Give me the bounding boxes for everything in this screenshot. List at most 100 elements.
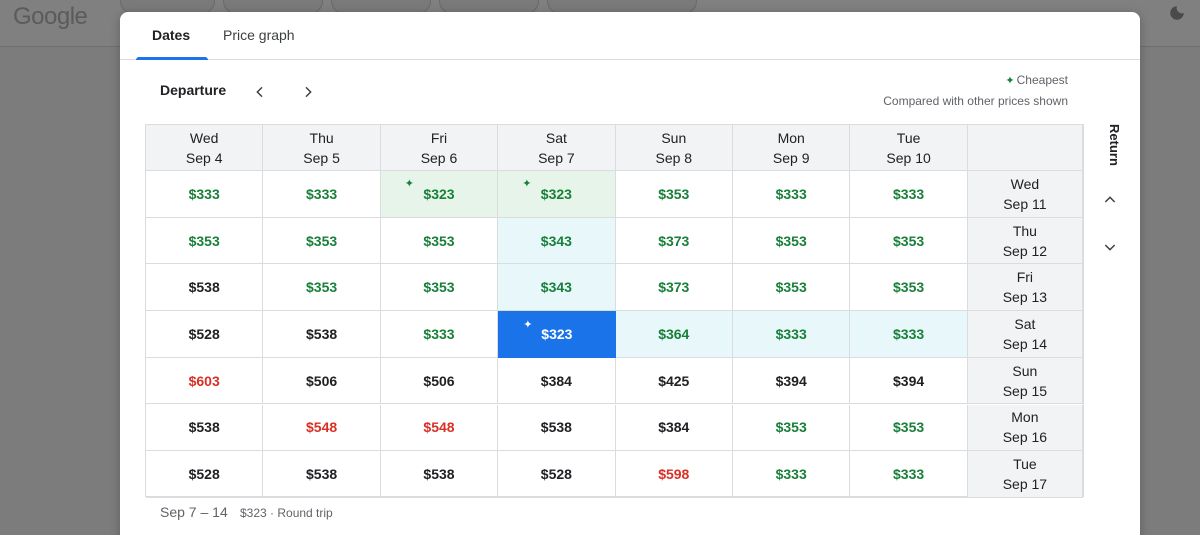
price-value: $538 bbox=[188, 419, 220, 436]
cheapest-sparkle-icon: ✦ bbox=[522, 178, 532, 190]
price-cell[interactable]: $343 bbox=[498, 217, 616, 265]
price-cell[interactable]: $384 bbox=[615, 404, 733, 452]
previous-dates-button[interactable] bbox=[246, 78, 274, 106]
price-cell[interactable]: $373 bbox=[615, 217, 733, 265]
price-value: $548 bbox=[306, 419, 338, 436]
price-cell[interactable]: $528 bbox=[498, 451, 616, 498]
price-cell[interactable]: $528 bbox=[146, 311, 264, 358]
column-day: Sun bbox=[661, 129, 687, 146]
column-date: Sep 9 bbox=[772, 149, 810, 166]
price-value: $353 bbox=[188, 232, 220, 249]
price-cell[interactable]: $333 bbox=[733, 451, 851, 498]
price-value: $384 bbox=[540, 372, 572, 389]
price-cell[interactable]: $333 bbox=[850, 171, 968, 218]
price-value: $353 bbox=[306, 232, 338, 249]
price-value: $333 bbox=[893, 325, 925, 342]
sparkle-icon: ✦ bbox=[1005, 75, 1015, 87]
column-header: Tue Sep 10 bbox=[850, 125, 968, 171]
price-cell[interactable]: $353 bbox=[850, 217, 968, 265]
price-value: $528 bbox=[188, 466, 220, 483]
price-cell[interactable]: $333 bbox=[380, 311, 499, 358]
price-cell[interactable]: $364 bbox=[615, 311, 733, 358]
price-cell[interactable]: $394 bbox=[850, 357, 968, 405]
row-day: Fri bbox=[1016, 269, 1034, 286]
price-cell[interactable]: $333 bbox=[733, 311, 851, 358]
next-return-dates-button[interactable] bbox=[1098, 235, 1122, 259]
row-day: Tue bbox=[1013, 456, 1037, 473]
price-cell[interactable]: $538 bbox=[380, 451, 499, 498]
column-day: Tue bbox=[896, 129, 921, 146]
price-cell[interactable]: $353 bbox=[146, 217, 264, 265]
price-cell[interactable]: $333 bbox=[733, 171, 851, 218]
price-cell[interactable]: $343 bbox=[498, 264, 616, 312]
price-value: $506 bbox=[423, 372, 455, 389]
price-value: $353 bbox=[423, 232, 455, 249]
selected-dates: Sep 7 – 14 bbox=[160, 504, 228, 520]
price-cell[interactable]: $353 bbox=[850, 404, 968, 452]
price-cell[interactable]: $353 bbox=[850, 264, 968, 312]
price-value: $353 bbox=[658, 185, 690, 202]
row-header: Sat Sep 14 bbox=[967, 311, 1083, 358]
cheapest-sparkle-icon: ✦ bbox=[523, 319, 533, 332]
price-value: $353 bbox=[775, 279, 807, 296]
price-value: $538 bbox=[540, 419, 572, 436]
price-cell[interactable]: $353 bbox=[733, 217, 851, 265]
column-date: Sep 6 bbox=[420, 149, 458, 166]
price-cell[interactable]: $598 bbox=[615, 451, 733, 498]
price-cell[interactable]: $333 bbox=[850, 311, 968, 358]
next-dates-button[interactable] bbox=[294, 78, 322, 106]
price-value: $353 bbox=[775, 419, 807, 436]
price-cell[interactable]: $548 bbox=[380, 404, 499, 452]
dark-mode-icon bbox=[1166, 4, 1188, 26]
price-cell[interactable]: $373 bbox=[615, 264, 733, 312]
price-cell[interactable]: $538 bbox=[263, 451, 381, 498]
price-cell[interactable]: $538 bbox=[146, 404, 264, 452]
row-date: Sep 12 bbox=[1002, 242, 1048, 259]
price-cell[interactable]: $353 bbox=[615, 171, 733, 218]
price-cell[interactable]: $333 bbox=[146, 171, 264, 218]
column-date: Sep 5 bbox=[303, 149, 340, 166]
price-cell[interactable]: ✦ $323 bbox=[498, 171, 616, 218]
price-value: $603 bbox=[188, 372, 220, 389]
price-value: $538 bbox=[306, 466, 338, 483]
column-header: Mon Sep 9 bbox=[733, 125, 851, 171]
tab-price-graph[interactable]: Price graph bbox=[223, 12, 295, 60]
cheapest-legend: ✦ Cheapest bbox=[1005, 73, 1068, 87]
price-cell[interactable]: $353 bbox=[733, 404, 851, 452]
row-date: Sep 16 bbox=[1002, 429, 1048, 446]
price-cell[interactable]: $353 bbox=[263, 264, 381, 312]
price-cell[interactable]: $506 bbox=[263, 357, 381, 405]
price-cell[interactable]: $506 bbox=[380, 357, 499, 405]
price-value: $394 bbox=[775, 372, 807, 389]
price-cell[interactable]: $548 bbox=[263, 404, 381, 452]
price-value: $538 bbox=[423, 466, 455, 483]
chevron-up-icon bbox=[1104, 196, 1116, 203]
price-cell[interactable]: $538 bbox=[263, 311, 381, 358]
price-cell[interactable]: $333 bbox=[850, 451, 968, 498]
price-cell[interactable]: $603 bbox=[146, 357, 264, 405]
chevron-right-icon bbox=[305, 86, 312, 98]
chevron-left-icon bbox=[256, 86, 263, 98]
price-cell[interactable]: $353 bbox=[733, 264, 851, 312]
previous-return-dates-button[interactable] bbox=[1098, 188, 1122, 212]
price-cell[interactable]: $538 bbox=[498, 404, 616, 452]
price-cell[interactable]: $538 bbox=[146, 264, 264, 312]
tab-bar: Dates Price graph bbox=[120, 12, 1140, 60]
row-header: Wed Sep 11 bbox=[967, 171, 1083, 218]
tab-dates[interactable]: Dates bbox=[152, 12, 190, 60]
price-cell[interactable]: $384 bbox=[498, 357, 616, 405]
price-cell[interactable]: $353 bbox=[380, 217, 499, 265]
price-value: $528 bbox=[188, 325, 220, 342]
column-day: Mon bbox=[777, 129, 805, 146]
price-cell[interactable]: $425 bbox=[615, 357, 733, 405]
row-header: Sun Sep 15 bbox=[967, 357, 1083, 405]
price-cell[interactable]: ✦ $323 bbox=[380, 171, 499, 218]
price-value: $333 bbox=[893, 466, 925, 483]
price-cell[interactable]: $353 bbox=[263, 217, 381, 265]
price-cell[interactable]: ✦ $323 bbox=[498, 311, 616, 358]
price-cell[interactable]: $394 bbox=[733, 357, 851, 405]
row-header: Tue Sep 17 bbox=[967, 451, 1083, 498]
price-cell[interactable]: $353 bbox=[380, 264, 499, 312]
price-cell[interactable]: $528 bbox=[146, 451, 264, 498]
price-cell[interactable]: $333 bbox=[263, 171, 381, 218]
